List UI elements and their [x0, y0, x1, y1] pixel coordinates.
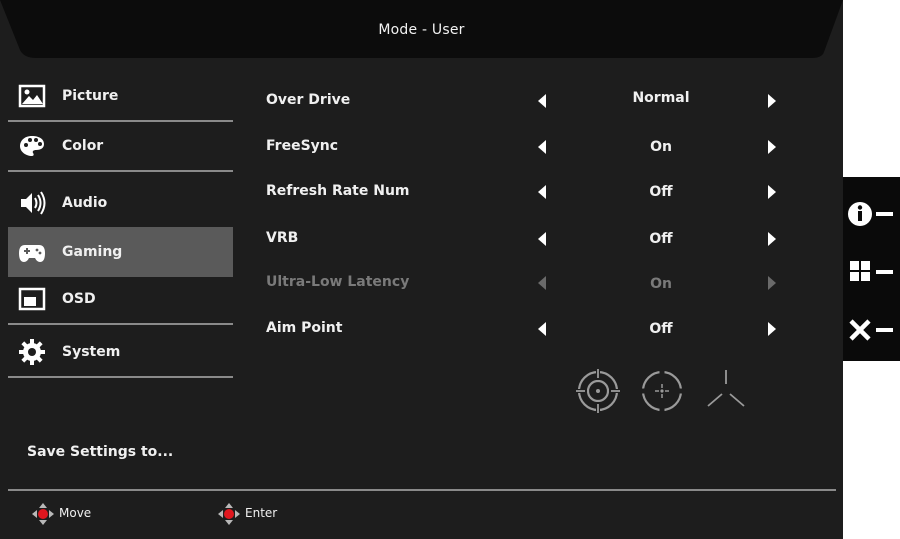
left-arrow-icon[interactable] [538, 322, 546, 336]
input-source-icon [850, 261, 893, 281]
option-label: Over Drive [266, 92, 351, 108]
right-arrow-icon[interactable] [768, 185, 776, 199]
speaker-icon [21, 191, 46, 215]
sidebar-item-label: Audio [62, 195, 108, 211]
save-settings-item[interactable]: Save Settings to... [27, 444, 173, 460]
right-arrow-icon[interactable] [768, 140, 776, 154]
gamepad-icon [19, 245, 45, 262]
picture-icon [18, 84, 46, 108]
option-value: Off [649, 231, 673, 247]
right-arrow-icon[interactable] [768, 322, 776, 336]
crosshair-lines-icon[interactable] [703, 368, 749, 414]
footer-hint-label: Move [59, 506, 92, 520]
osd-menu: Mode - User Picture Color Audio Gaming O… [0, 0, 843, 539]
option-row-vrb[interactable]: VRB Off [266, 224, 786, 254]
option-value: Normal [632, 90, 690, 106]
sidebar-item-system[interactable]: System [8, 330, 233, 374]
sidebar-item-color[interactable]: Color [8, 124, 233, 168]
osd-window-icon [18, 287, 46, 311]
left-arrow-icon [538, 276, 546, 290]
sidebar-divider [8, 323, 233, 325]
sidebar-item-picture[interactable]: Picture [8, 74, 233, 118]
header-bar: Mode - User [0, 0, 843, 58]
info-icon [848, 202, 893, 226]
option-row-freesync[interactable]: FreeSync On [266, 132, 786, 162]
footer-divider [8, 489, 836, 491]
option-value: Off [649, 321, 673, 337]
dpad-enter-icon [218, 503, 240, 525]
gear-icon [19, 339, 45, 365]
option-row-ultra-low-latency: Ultra-Low Latency On [266, 268, 786, 298]
aim-point-icons [575, 368, 750, 414]
palette-icon [20, 136, 44, 156]
right-arrow-icon[interactable] [768, 232, 776, 246]
left-arrow-icon[interactable] [538, 94, 546, 108]
hotkey-close-button[interactable] [847, 315, 895, 345]
hotkey-panel [843, 177, 900, 361]
footer-hint-label: Enter [245, 506, 278, 520]
option-row-aim-point[interactable]: Aim Point Off [266, 314, 786, 344]
crosshair-dot-icon[interactable] [639, 368, 685, 414]
option-label: FreeSync [266, 138, 339, 154]
option-row-over-drive[interactable]: Over Drive Normal [266, 86, 786, 116]
sidebar-item-osd[interactable]: OSD [8, 277, 233, 321]
option-label: Ultra-Low Latency [266, 274, 410, 290]
option-label: Aim Point [266, 320, 343, 336]
sidebar-divider [8, 376, 233, 378]
sidebar-divider [8, 120, 233, 122]
dpad-move-icon [32, 503, 54, 525]
option-value: On [650, 139, 672, 155]
sidebar-item-label: Gaming [62, 244, 123, 260]
sidebar-item-label: System [62, 344, 121, 360]
left-arrow-icon[interactable] [538, 185, 546, 199]
crosshair-circle-icon[interactable] [575, 368, 621, 414]
sidebar-item-label: Picture [62, 88, 119, 104]
sidebar-item-label: OSD [62, 291, 96, 307]
close-icon [849, 319, 893, 341]
sidebar-item-audio[interactable]: Audio [8, 181, 233, 225]
left-arrow-icon[interactable] [538, 232, 546, 246]
option-label: Refresh Rate Num [266, 183, 410, 199]
option-value: Off [649, 184, 673, 200]
hotkey-info-button[interactable] [847, 199, 895, 229]
left-arrow-icon[interactable] [538, 140, 546, 154]
hotkey-input-button[interactable] [847, 257, 895, 287]
option-label: VRB [266, 230, 299, 246]
right-arrow-icon [768, 276, 776, 290]
option-row-refresh-rate-num[interactable]: Refresh Rate Num Off [266, 177, 786, 207]
page-title: Mode - User [378, 22, 465, 38]
right-arrow-icon[interactable] [768, 94, 776, 108]
sidebar-divider [8, 170, 233, 172]
sidebar-item-label: Color [62, 138, 104, 154]
option-value: On [650, 276, 672, 292]
sidebar-item-gaming[interactable]: Gaming [8, 227, 233, 277]
